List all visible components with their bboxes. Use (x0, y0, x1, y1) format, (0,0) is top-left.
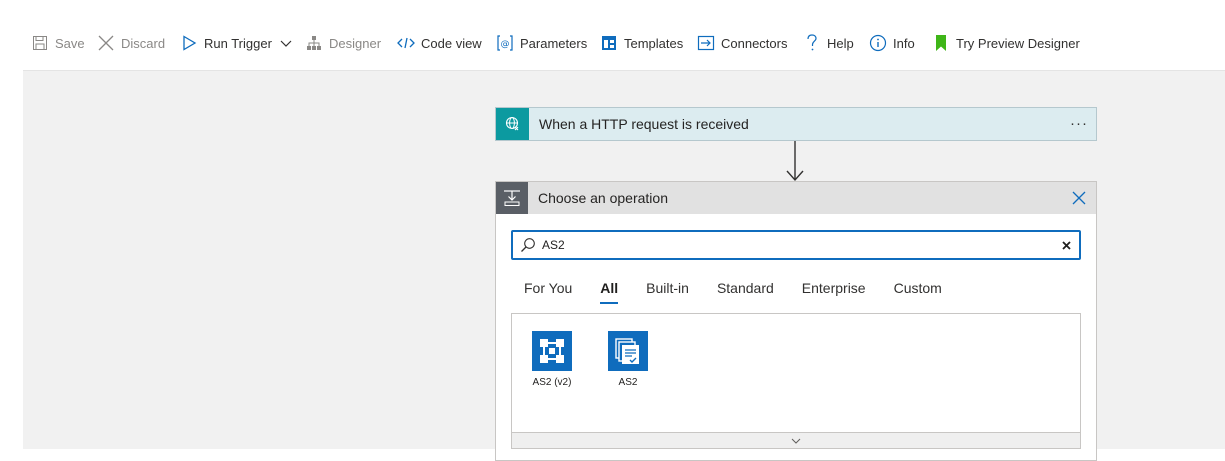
tab-standard[interactable]: Standard (717, 276, 774, 310)
clear-icon (1061, 240, 1071, 250)
save-label: Save (55, 35, 85, 51)
play-icon (179, 33, 199, 53)
org-chart-icon (304, 33, 324, 53)
tab-enterprise[interactable]: Enterprise (802, 276, 866, 310)
info-label: Info (893, 35, 915, 51)
save-button[interactable]: Save (30, 31, 85, 55)
operation-search-input[interactable] (540, 233, 1053, 257)
help-label: Help (827, 35, 854, 51)
try-preview-designer-button[interactable]: Try Preview Designer (931, 31, 1080, 55)
discard-label: Discard (121, 35, 166, 51)
close-icon (96, 33, 116, 53)
tab-built-in[interactable]: Built-in (646, 276, 689, 310)
code-view-label: Code view (421, 35, 482, 51)
designer-canvas[interactable]: When a HTTP request is received ··· Choo… (23, 70, 1225, 461)
designer-label: Designer (329, 35, 382, 51)
try-preview-designer-label: Try Preview Designer (956, 35, 1080, 51)
search-icon (516, 237, 540, 253)
discard-button[interactable]: Discard (96, 31, 165, 55)
bookmark-icon (931, 33, 951, 53)
choose-operation-title: Choose an operation (538, 190, 668, 206)
choose-operation-header: Choose an operation (496, 182, 1096, 214)
connectors-label: Connectors (721, 35, 788, 51)
operation-placeholder-icon (496, 182, 528, 214)
operation-category-tabs: For You All Built-in Standard Enterprise… (524, 276, 970, 310)
designer-button[interactable]: Designer (304, 31, 381, 55)
parameters-icon: @ (495, 33, 515, 53)
clear-search-button[interactable] (1053, 240, 1079, 250)
tab-for-you[interactable]: For You (524, 276, 572, 310)
trigger-more-menu[interactable]: ··· (1062, 116, 1096, 131)
templates-button[interactable]: Templates (599, 31, 683, 55)
choose-operation-card: Choose an operation For You All Built-in… (495, 181, 1097, 461)
connectors-button[interactable]: Connectors (696, 31, 787, 55)
connector-label-as2: AS2 (618, 377, 638, 388)
templates-label: Templates (624, 35, 684, 51)
designer-toolbar: Save Discard Run Trigger Designer Code v… (0, 0, 1225, 70)
tab-all[interactable]: All (600, 276, 618, 310)
code-view-button[interactable]: Code view (396, 31, 482, 55)
connectors-icon (696, 33, 716, 53)
close-icon (1072, 191, 1086, 205)
svg-text:@: @ (501, 40, 510, 50)
flow-connector-arrow (786, 141, 804, 182)
parameters-button[interactable]: @ Parameters (495, 31, 587, 55)
as2-connector-icon (608, 331, 648, 371)
templates-icon (599, 33, 619, 53)
http-request-trigger-card[interactable]: When a HTTP request is received ··· (495, 107, 1097, 141)
help-button[interactable]: Help (802, 31, 854, 55)
http-globe-icon (496, 108, 529, 140)
expand-results-button[interactable] (511, 432, 1081, 449)
chevron-down-icon (276, 33, 296, 53)
info-icon (868, 33, 888, 53)
tab-custom[interactable]: Custom (894, 276, 942, 310)
connector-tile-as2-v2[interactable]: AS2 (v2) (522, 331, 582, 388)
parameters-label: Parameters (520, 35, 588, 51)
connector-results-panel: AS2 (v2) AS2 (511, 313, 1081, 433)
connector-tile-as2[interactable]: AS2 (598, 331, 658, 388)
close-chooser-button[interactable] (1062, 182, 1096, 214)
run-trigger-button[interactable]: Run Trigger (179, 31, 296, 55)
trigger-title: When a HTTP request is received (539, 116, 749, 132)
as2-v2-connector-icon (532, 331, 572, 371)
operation-search-box (511, 230, 1081, 260)
info-button[interactable]: Info (868, 31, 915, 55)
run-trigger-label: Run Trigger (204, 35, 272, 51)
code-icon (396, 33, 416, 53)
connector-label-as2-v2: AS2 (v2) (532, 377, 572, 388)
save-icon (30, 33, 50, 53)
chevron-down-icon (791, 438, 801, 444)
question-icon (802, 33, 822, 53)
